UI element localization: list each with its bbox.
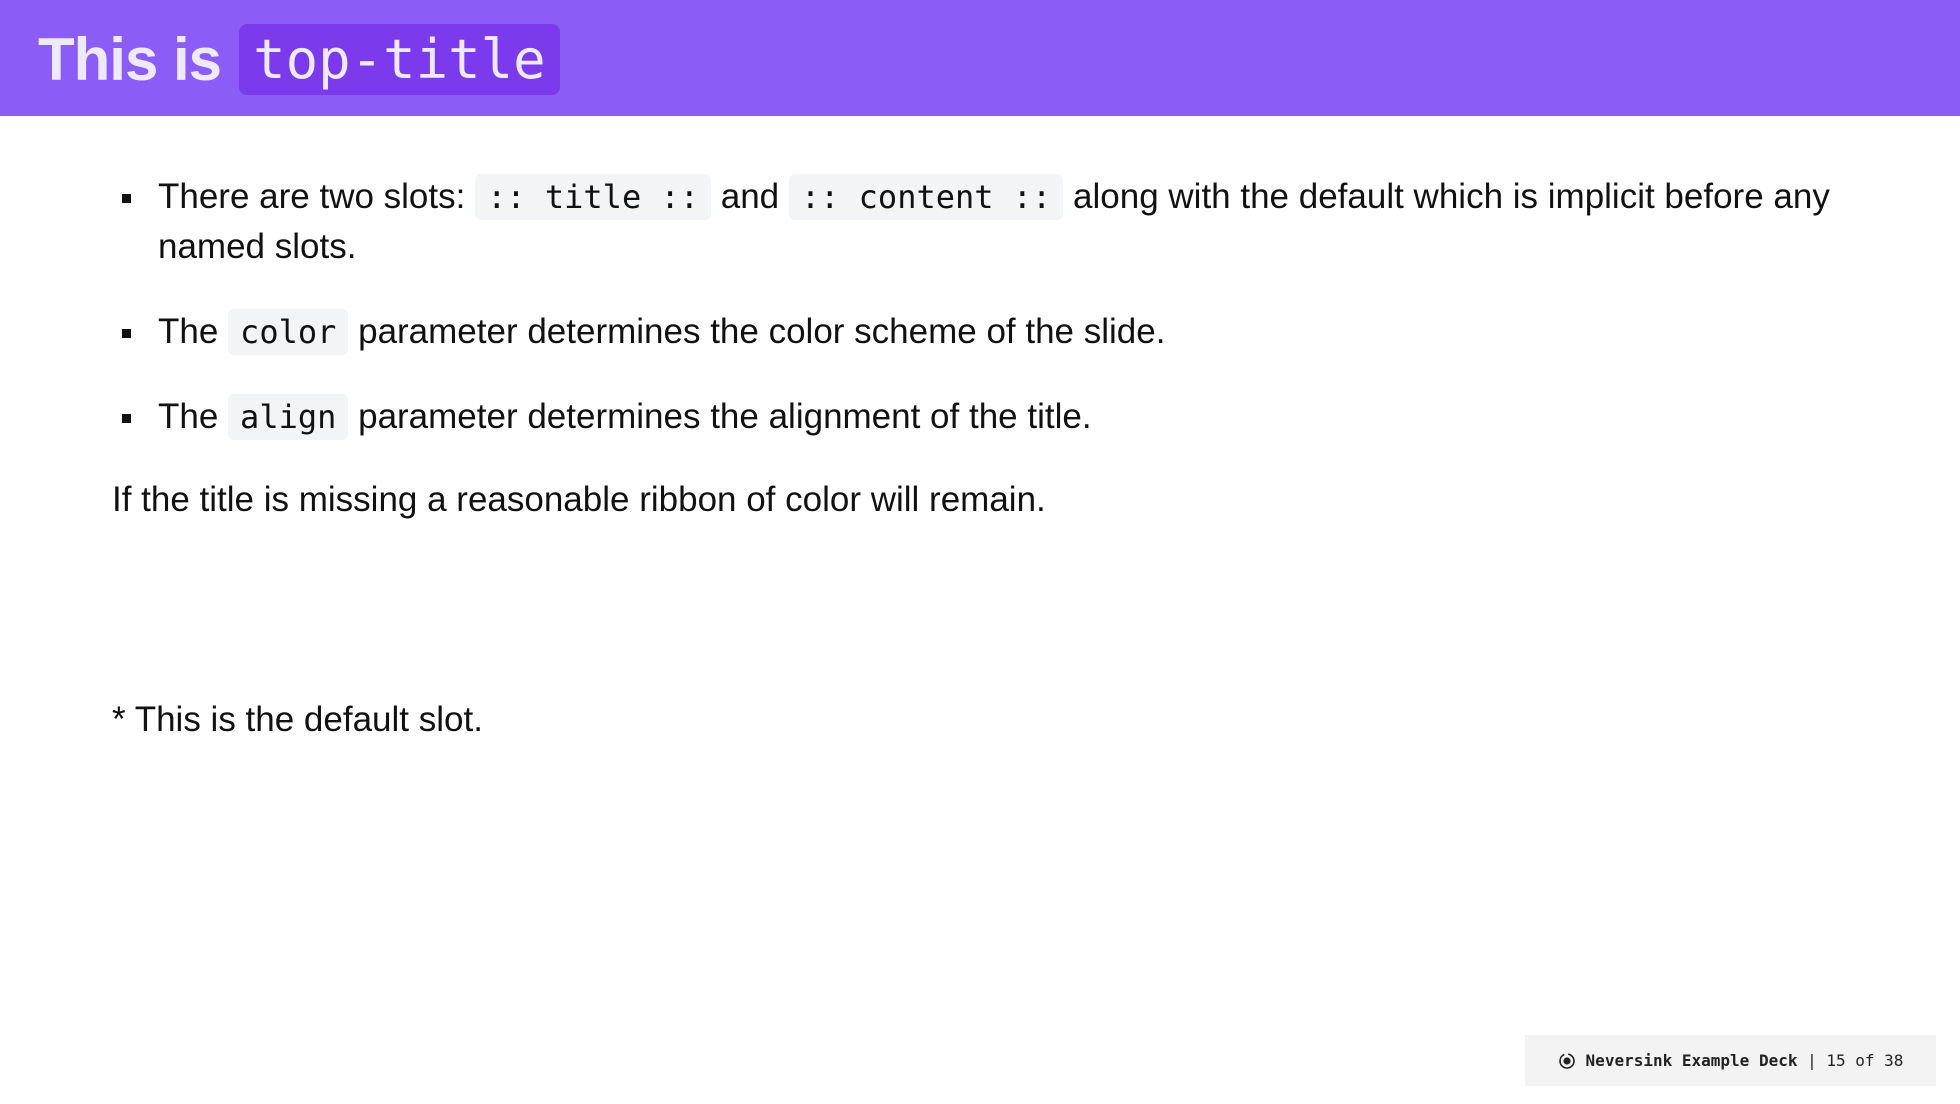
text: parameter determines the color scheme of… — [348, 312, 1166, 351]
bullet-marker — [122, 414, 131, 423]
bullet-list: There are two slots: :: title :: and :: … — [112, 172, 1872, 442]
slide-footer: Neversink Example Deck | 15 of 38 — [1525, 1035, 1936, 1086]
text: and — [711, 177, 789, 216]
inline-code: :: content :: — [788, 174, 1064, 220]
bullet-marker — [122, 194, 131, 203]
inline-code: :: title :: — [475, 174, 711, 220]
page-number: 15 of 38 — [1826, 1051, 1904, 1070]
paragraph: If the title is missing a reasonable rib… — [112, 480, 1046, 519]
title-prefix: This is — [38, 25, 222, 93]
list-item: There are two slots: :: title :: and :: … — [112, 172, 1872, 272]
footnote: * This is the default slot. — [112, 700, 483, 739]
list-item: The color parameter determines the color… — [112, 307, 1872, 357]
deck-name: Neversink Example Deck — [1585, 1051, 1798, 1070]
text: The — [158, 397, 229, 436]
slide-content: There are two slots: :: title :: and :: … — [112, 172, 1872, 525]
text: parameter determines the alignment of th… — [348, 397, 1092, 436]
title-code: top-title — [239, 23, 560, 95]
slide-title: This is top-title — [38, 22, 560, 96]
title-ribbon: This is top-title — [0, 0, 1960, 116]
bullet-marker — [122, 329, 131, 338]
target-icon — [1558, 1052, 1575, 1069]
list-item: The align parameter determines the align… — [112, 392, 1872, 442]
separator: | — [1797, 1051, 1827, 1070]
text: There are two slots: — [158, 177, 476, 216]
text: The — [158, 312, 229, 351]
inline-code: color — [228, 309, 349, 355]
inline-code: align — [228, 394, 349, 440]
